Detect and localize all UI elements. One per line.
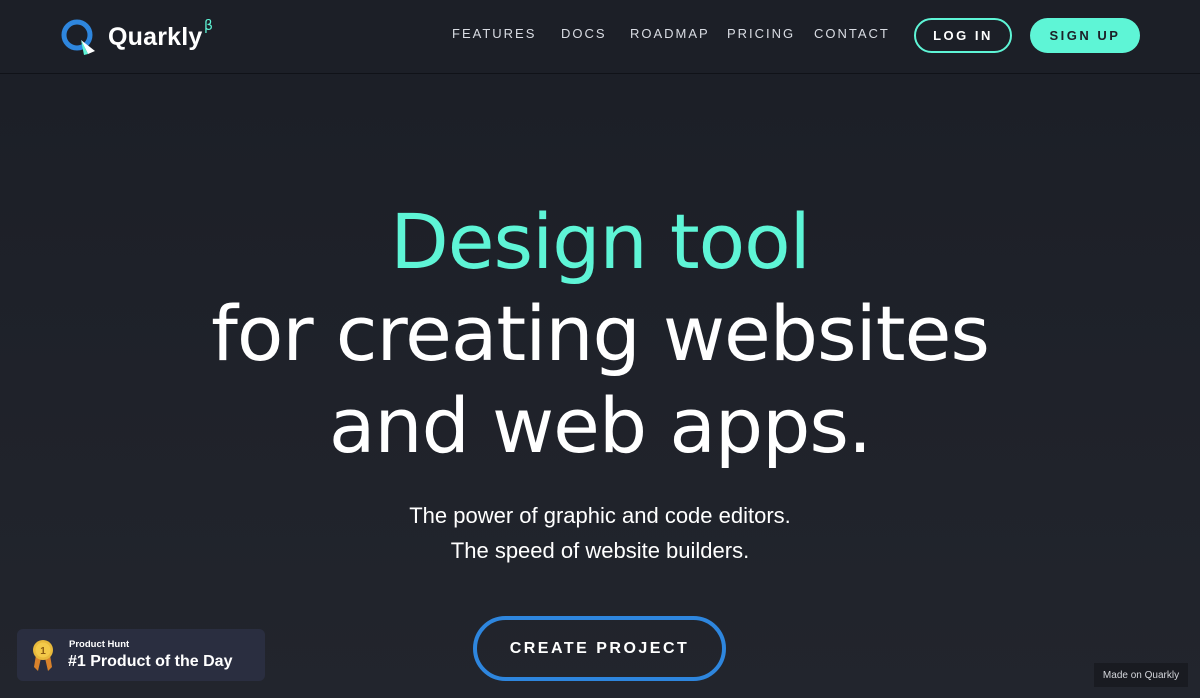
logo-text: Quarkly [108,22,203,51]
nav-roadmap[interactable]: ROADMAP [630,26,710,41]
quarkly-logo-icon [61,19,95,55]
hero-title-line-3: and web apps. [328,381,872,470]
product-hunt-badge[interactable]: 1 Product Hunt #1 Product of the Day [17,629,265,681]
logo-beta-badge: β [204,18,213,34]
create-project-button[interactable]: CREATE PROJECT [473,616,726,681]
hero-subtitle-line-1: The power of graphic and code editors. [409,503,791,528]
medal-number: 1 [40,646,46,657]
signup-button[interactable]: SIGN UP [1030,18,1140,53]
made-on-quarkly-badge[interactable]: Made on Quarkly [1094,663,1188,687]
gold-medal-icon: 1 [33,640,53,671]
logo[interactable]: Quarkly β [60,18,213,56]
hero-title-line-2: for creating websites [211,289,990,378]
product-hunt-label: Product Hunt [69,639,130,650]
product-hunt-award: #1 Product of the Day [68,653,233,670]
hero-title-accent-line: Design tool [390,197,810,286]
top-navigation-bar: Quarkly β FEATURES DOCS ROADMAP PRICING … [0,0,1200,74]
hero-subtitle: The power of graphic and code editors. T… [0,498,1200,568]
nav-features[interactable]: FEATURES [452,26,536,41]
nav-pricing[interactable]: PRICING [727,26,795,41]
hero-subtitle-line-2: The speed of website builders. [450,538,750,563]
hero-title: Design tool for creating websites and we… [0,196,1200,472]
login-button[interactable]: LOG IN [914,18,1012,53]
nav-contact[interactable]: CONTACT [814,26,890,41]
nav-docs[interactable]: DOCS [561,26,607,41]
